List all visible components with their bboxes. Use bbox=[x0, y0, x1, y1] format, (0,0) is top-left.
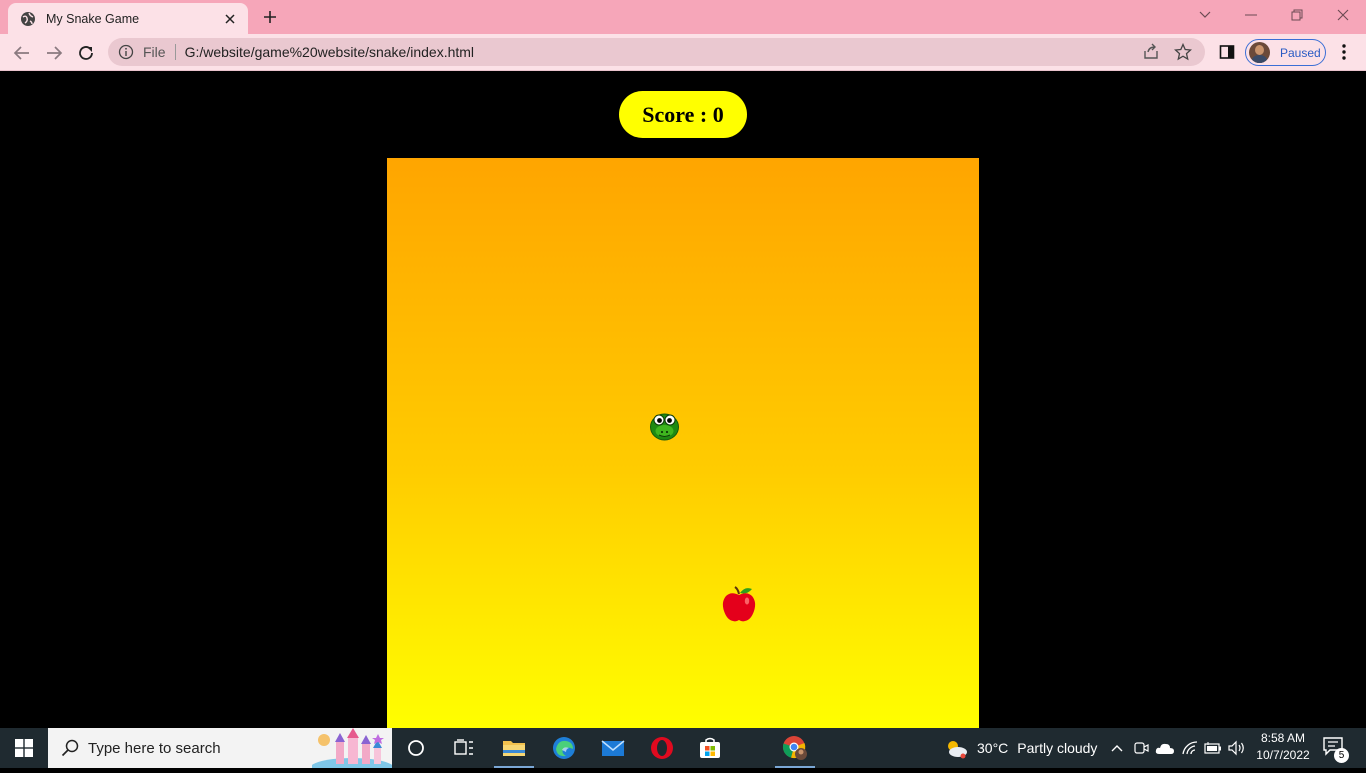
weather-condition: Partly cloudy bbox=[1017, 740, 1098, 756]
mail-icon[interactable] bbox=[589, 728, 637, 768]
close-window-button[interactable] bbox=[1330, 4, 1356, 26]
chrome-icon[interactable] bbox=[771, 728, 819, 768]
address-bar[interactable]: File G:/website/game%20website/snake/ind… bbox=[108, 38, 1205, 66]
side-panel-icon[interactable] bbox=[1217, 42, 1237, 62]
file-explorer-icon[interactable] bbox=[490, 728, 538, 768]
weather-temperature: 30°C bbox=[977, 740, 1009, 756]
apple-icon bbox=[721, 585, 757, 623]
profile-button[interactable]: Paused bbox=[1245, 39, 1326, 66]
battery-icon[interactable] bbox=[1203, 728, 1223, 768]
partly-cloudy-icon bbox=[944, 736, 968, 760]
edge-browser-icon[interactable] bbox=[540, 728, 588, 768]
tab-search-icon[interactable] bbox=[1192, 4, 1218, 26]
search-placeholder: Type here to search bbox=[88, 739, 221, 757]
game-board[interactable] bbox=[387, 158, 979, 728]
globe-icon bbox=[20, 11, 36, 27]
share-icon[interactable] bbox=[1141, 42, 1161, 62]
snake-head-icon bbox=[648, 408, 681, 442]
notification-center-icon[interactable]: 5 bbox=[1322, 736, 1349, 763]
tab-title: My Snake Game bbox=[46, 11, 140, 26]
opera-icon[interactable] bbox=[638, 728, 686, 768]
address-scheme: File bbox=[143, 44, 166, 60]
clock-time: 8:58 AM bbox=[1260, 731, 1306, 745]
site-info-icon[interactable] bbox=[118, 44, 134, 60]
browser-toolbar: File G:/website/game%20website/snake/ind… bbox=[0, 34, 1366, 71]
browser-tab-bar: My Snake Game bbox=[0, 0, 1366, 34]
forward-button[interactable] bbox=[42, 41, 66, 65]
score-display: Score : 0 bbox=[619, 91, 747, 138]
profile-status: Paused bbox=[1280, 45, 1321, 60]
search-icon bbox=[61, 739, 79, 757]
task-view-icon[interactable] bbox=[440, 728, 488, 768]
show-hidden-icons-chevron-icon[interactable] bbox=[1108, 728, 1126, 768]
taskbar-clock[interactable]: 8:58 AM 10/7/2022 bbox=[1252, 730, 1314, 766]
game-page: Score : 0 bbox=[0, 72, 1366, 728]
onedrive-cloud-icon[interactable] bbox=[1154, 728, 1176, 768]
browser-tab[interactable]: My Snake Game bbox=[8, 3, 248, 34]
notification-count-badge: 5 bbox=[1334, 748, 1349, 763]
taskbar-search-box[interactable]: Type here to search bbox=[48, 728, 394, 773]
minimize-button[interactable] bbox=[1238, 4, 1264, 26]
windows-start-icon[interactable] bbox=[0, 728, 48, 768]
reload-button[interactable] bbox=[74, 41, 98, 65]
clock-date: 10/7/2022 bbox=[1256, 748, 1310, 762]
bookmark-star-icon[interactable] bbox=[1173, 42, 1193, 62]
address-url[interactable]: G:/website/game%20website/snake/index.ht… bbox=[185, 44, 1141, 60]
volume-icon[interactable] bbox=[1226, 728, 1248, 768]
new-tab-button[interactable] bbox=[260, 7, 280, 27]
meet-now-icon[interactable] bbox=[1131, 728, 1151, 768]
back-button[interactable] bbox=[10, 41, 34, 65]
kebab-menu-icon[interactable] bbox=[1334, 42, 1354, 62]
wifi-icon[interactable] bbox=[1180, 728, 1200, 768]
search-highlight-castle-icon[interactable] bbox=[310, 728, 394, 773]
close-tab-icon[interactable] bbox=[222, 11, 238, 27]
windows-taskbar: Type here to search 30°C Partly cloudy 8… bbox=[0, 728, 1366, 773]
cortana-icon[interactable] bbox=[392, 728, 440, 768]
microsoft-store-icon[interactable] bbox=[686, 728, 734, 768]
address-separator bbox=[174, 44, 176, 60]
weather-widget[interactable]: 30°C Partly cloudy bbox=[944, 728, 1097, 768]
avatar bbox=[1249, 42, 1270, 63]
restore-button[interactable] bbox=[1284, 4, 1310, 26]
